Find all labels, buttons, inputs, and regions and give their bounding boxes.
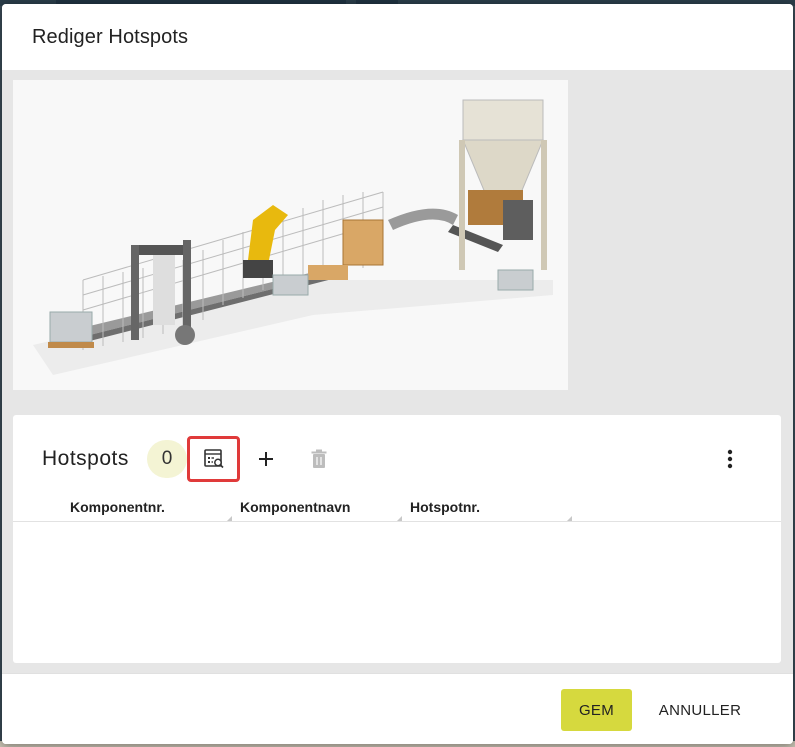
column-header-component-name[interactable]: Komponentnavn — [238, 492, 398, 522]
dialog-body: Hotspots 0 Komponentnr. Komponentnavn Ho… — [2, 70, 793, 673]
hotspots-table-body — [13, 523, 781, 663]
dialog-footer: GEM ANNULLER — [2, 673, 793, 744]
hotspots-table-header: Komponentnr. Komponentnavn Hotspotnr. — [13, 492, 781, 522]
hotspots-panel: Hotspots 0 Komponentnr. Komponentnavn Ho… — [13, 415, 781, 663]
more-options-button[interactable] — [710, 439, 750, 479]
cancel-button[interactable]: ANNULLER — [652, 689, 748, 731]
hotspots-toolbar: Hotspots 0 — [13, 415, 781, 495]
save-button[interactable]: GEM — [561, 689, 632, 731]
column-header-component-number[interactable]: Komponentnr. — [68, 492, 228, 522]
column-resize-handle[interactable] — [227, 516, 232, 521]
dialog-header: Rediger Hotspots — [2, 4, 793, 70]
trash-icon — [311, 449, 327, 468]
hotspot-image[interactable] — [13, 80, 568, 390]
factory-line-image — [13, 80, 568, 390]
hotspots-count-badge: 0 — [147, 440, 187, 478]
dialog-title: Rediger Hotspots — [32, 25, 189, 48]
column-resize-handle[interactable] — [397, 516, 402, 521]
list-search-icon — [203, 449, 224, 469]
preview-hotspots-button[interactable] — [187, 436, 240, 482]
delete-hotspot-button[interactable] — [299, 439, 339, 479]
column-resize-handle[interactable] — [567, 516, 572, 521]
plus-icon — [259, 452, 273, 466]
edit-hotspots-dialog: Rediger Hotspots Hotspots 0 Komponentnr.… — [2, 4, 793, 744]
more-vertical-icon — [727, 449, 733, 469]
hotspots-title: Hotspots — [42, 447, 129, 470]
column-header-hotspot-number[interactable]: Hotspotnr. — [408, 492, 568, 522]
add-hotspot-button[interactable] — [246, 439, 286, 479]
